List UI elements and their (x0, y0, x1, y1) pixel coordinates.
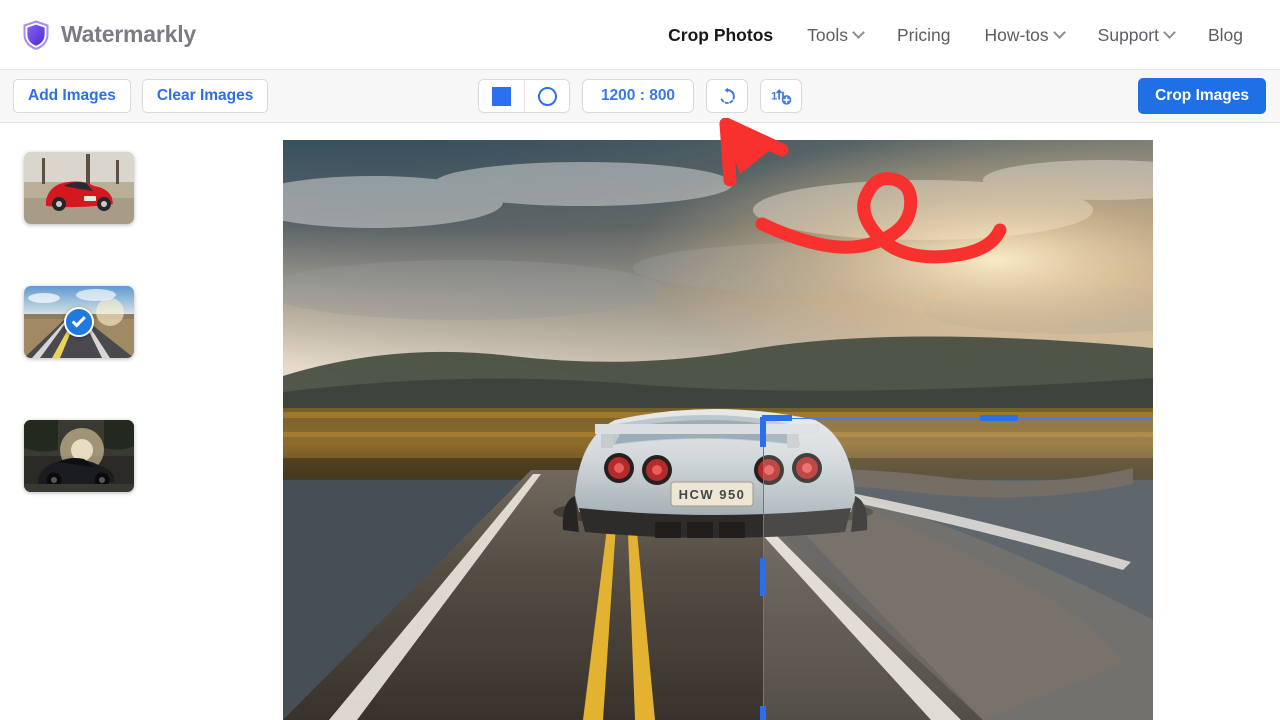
nav-item-pricing[interactable]: Pricing (880, 25, 968, 46)
clear-images-button[interactable]: Clear Images (141, 79, 269, 113)
watermarkly-crop-app: Watermarkly Crop Photos Tools Pricing Ho… (0, 0, 1280, 720)
crop-shape-toggle (478, 79, 570, 113)
thumbnail-desert-highway-road[interactable] (24, 286, 134, 358)
thumbnail-image (24, 152, 134, 224)
editor-toolbar: Add Images Clear Images 1200 : 800 1 Cro… (0, 70, 1280, 123)
main-photo-white-gtr-on-road-at-sunset: HCW 950 (283, 140, 1153, 720)
crop-images-button[interactable]: Crop Images (1138, 78, 1266, 114)
nav-item-how-tos[interactable]: How-tos (967, 25, 1080, 46)
chevron-down-icon (852, 25, 865, 39)
shape-circle-button[interactable] (524, 80, 569, 112)
thumbnail-dark-muscle-car-sunset[interactable] (24, 420, 134, 492)
nav-label: Crop Photos (668, 24, 774, 45)
chevron-down-icon (1052, 25, 1066, 39)
nav-item-blog[interactable]: Blog (1191, 25, 1260, 46)
toolbar-left-group: Add Images Clear Images (13, 79, 269, 113)
nav-label: How-tos (984, 24, 1049, 45)
nav-label: Tools (807, 24, 848, 45)
toolbar-center-group: 1200 : 800 1 (478, 79, 802, 113)
site-header: Watermarkly Crop Photos Tools Pricing Ho… (0, 0, 1280, 70)
add-size-preset-icon: 1 (771, 88, 791, 105)
chevron-down-icon (1163, 25, 1176, 39)
main-nav: Crop Photos Tools Pricing How-tos Suppor… (651, 0, 1260, 70)
reset-crop-button[interactable] (706, 79, 748, 113)
aspect-ratio-button[interactable]: 1200 : 800 (582, 79, 694, 113)
nav-label: Blog (1207, 24, 1243, 45)
brand-name: Watermarkly (61, 21, 197, 47)
add-images-button[interactable]: Add Images (13, 79, 131, 113)
square-shape-icon (492, 86, 511, 106)
rotate-reset-icon (719, 87, 735, 104)
selected-check-badge (64, 307, 94, 337)
thumbnail-image (24, 420, 134, 492)
nav-label: Support (1097, 24, 1159, 45)
shield-icon (23, 19, 49, 50)
nav-label: Pricing (896, 24, 951, 45)
brand-logo-link[interactable]: Watermarkly (22, 19, 197, 50)
nav-item-support[interactable]: Support (1081, 25, 1191, 46)
image-list-sidebar (0, 123, 283, 720)
add-size-preset-button[interactable]: 1 (760, 79, 802, 113)
circle-shape-icon (537, 86, 557, 106)
thumbnail-red-sports-car[interactable] (24, 152, 134, 224)
nav-item-tools[interactable]: Tools (790, 25, 880, 46)
check-circle-icon (71, 312, 86, 327)
shape-square-button[interactable] (479, 80, 524, 112)
crop-canvas[interactable]: HCW 950 (283, 140, 1153, 720)
nav-item-crop-photos[interactable]: Crop Photos (651, 25, 790, 46)
